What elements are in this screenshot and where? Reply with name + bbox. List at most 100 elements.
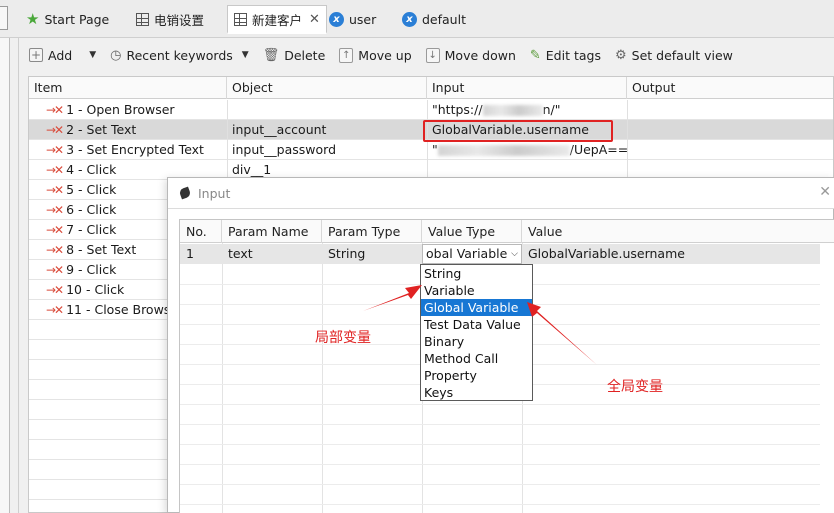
column-header-input[interactable]: Input: [427, 77, 627, 99]
option-method-call[interactable]: Method Call: [421, 350, 532, 367]
tab-dianxiao-settings[interactable]: 电销设置: [130, 6, 210, 32]
move-down-button[interactable]: ↓ Move down: [419, 42, 523, 68]
close-icon[interactable]: ✕: [309, 12, 320, 27]
row-divider: [180, 444, 820, 445]
highlight-box: [423, 120, 613, 142]
column-header-object[interactable]: Object: [227, 77, 427, 99]
item-label: 2 - Set Text: [66, 122, 137, 137]
edit-tags-button[interactable]: ✎ Edit tags: [523, 42, 608, 68]
option-property[interactable]: Property: [421, 367, 532, 384]
object-cell: input__account: [232, 122, 327, 137]
clock-icon: ◷: [110, 47, 122, 63]
move-up-button[interactable]: ↑ Move up: [332, 42, 418, 68]
tab-default[interactable]: x default: [396, 6, 472, 32]
variable-icon: x: [329, 11, 344, 27]
recent-keywords-button[interactable]: ◷ Recent keywords ▼: [103, 42, 256, 68]
left-panel-stub[interactable]: [0, 6, 8, 30]
option-global-variable[interactable]: Global Variable: [421, 299, 532, 316]
column-header-value-type[interactable]: Value Type: [422, 220, 522, 243]
table-row[interactable]: →✕ 1 - Open Browser "https:// n/": [29, 100, 833, 120]
edit-tags-label: Edit tags: [545, 47, 601, 63]
column-header-param-type[interactable]: Param Type: [322, 220, 422, 243]
tab-label: 新建客户: [252, 12, 303, 28]
recent-keywords-label: Recent keywords: [126, 47, 233, 63]
table-header: Item Object Input Output: [29, 77, 833, 99]
keyword-step-icon: →✕: [46, 263, 64, 277]
arrow-up-icon: ↑: [339, 47, 354, 63]
keyword-step-icon: →✕: [46, 163, 64, 177]
row-divider: [180, 484, 820, 485]
table-row[interactable]: →✕ 3 - Set Encrypted Text input__password…: [29, 140, 833, 160]
input-cell: "https:// n/": [427, 100, 627, 120]
set-default-view-button[interactable]: ⚙ Set default view: [608, 42, 740, 68]
add-button[interactable]: + Add ▼: [22, 42, 103, 68]
option-test-data-value[interactable]: Test Data Value: [421, 316, 532, 333]
keyword-step-icon: →✕: [46, 223, 64, 237]
item-cell: →✕ 3 - Set Encrypted Text: [29, 140, 227, 160]
input-text: "https://: [432, 102, 483, 117]
item-label: 9 - Click: [66, 262, 117, 277]
keyword-step-icon: →✕: [46, 143, 64, 157]
input-text: /UepA==': [569, 142, 627, 157]
divider: [18, 38, 19, 513]
gear-icon: ⚙: [614, 47, 627, 63]
value-cell[interactable]: GlobalVariable.username: [522, 244, 820, 264]
value-type-dropdown: String Variable Global Variable Test Dat…: [420, 264, 533, 401]
tab-label: 电销设置: [154, 12, 205, 28]
tab-label: default: [422, 11, 466, 27]
chevron-down-icon: ⌵: [511, 249, 518, 259]
object-cell: input__password: [232, 142, 336, 157]
left-panel-edge: [0, 38, 10, 513]
move-up-label: Move up: [358, 47, 412, 63]
option-keys[interactable]: Keys: [421, 384, 532, 401]
chevron-down-icon[interactable]: ▼: [242, 50, 249, 60]
set-default-view-label: Set default view: [631, 47, 733, 63]
annotation-global-variable: 全局变量: [607, 379, 663, 395]
close-icon[interactable]: ✕: [819, 184, 831, 200]
object-cell: [227, 100, 427, 120]
tab-label: user: [349, 11, 377, 27]
value-type-selected: obal Variable: [426, 246, 508, 261]
move-down-label: Move down: [444, 47, 516, 63]
keyword-step-icon: →✕: [46, 283, 64, 297]
delete-button[interactable]: 🗑 Delete: [256, 42, 333, 68]
item-label: 10 - Click: [66, 282, 125, 297]
table-header: No. Param Name Param Type Value Type Val…: [180, 220, 834, 243]
row-divider: [180, 464, 820, 465]
input-cell: "/UepA==': [427, 140, 627, 160]
delete-label: Delete: [284, 47, 326, 63]
redacted-text: [437, 145, 570, 156]
tab-user[interactable]: x user: [323, 6, 382, 32]
value-type-select[interactable]: obal Variable ⌵: [422, 244, 522, 264]
item-cell: →✕ 1 - Open Browser: [29, 100, 227, 120]
tab-label: Start Page: [44, 11, 110, 27]
column-header-item[interactable]: Item: [29, 77, 227, 99]
column-header-output[interactable]: Output: [627, 77, 833, 99]
column-header-no[interactable]: No.: [180, 220, 222, 243]
item-label: 6 - Click: [66, 202, 117, 217]
item-label: 11 - Close Browser: [66, 302, 184, 317]
option-binary[interactable]: Binary: [421, 333, 532, 350]
annotation-local-variable: 局部变量: [315, 330, 371, 346]
param-name-cell: text: [228, 246, 253, 261]
no-cell: 1: [186, 246, 194, 261]
column-header-value[interactable]: Value: [522, 220, 834, 243]
row-divider: [180, 504, 820, 505]
trash-icon: 🗑: [262, 47, 280, 63]
row-divider: [180, 404, 820, 405]
option-variable[interactable]: Variable: [421, 282, 532, 299]
add-label: Add: [48, 47, 73, 63]
tab-start-page[interactable]: ★ Start Page: [20, 6, 115, 32]
chevron-down-icon[interactable]: ▼: [89, 50, 96, 60]
toolbar: + Add ▼ ◷ Recent keywords ▼ 🗑 Delete ↑ M…: [22, 40, 834, 70]
tab-new-customer[interactable]: 新建客户 ✕: [227, 5, 327, 34]
input-text: n/": [542, 102, 561, 117]
dialog-title-bar[interactable]: Input: [168, 178, 834, 208]
item-label: 8 - Set Text: [66, 242, 137, 257]
item-label: 5 - Click: [66, 182, 117, 197]
item-label: 7 - Click: [66, 222, 117, 237]
tab-bar: ★ Start Page 电销设置 新建客户 ✕ x user x defaul…: [0, 0, 834, 38]
column-header-param-name[interactable]: Param Name: [222, 220, 322, 243]
keyword-step-icon: →✕: [46, 203, 64, 217]
option-string[interactable]: String: [421, 265, 532, 282]
